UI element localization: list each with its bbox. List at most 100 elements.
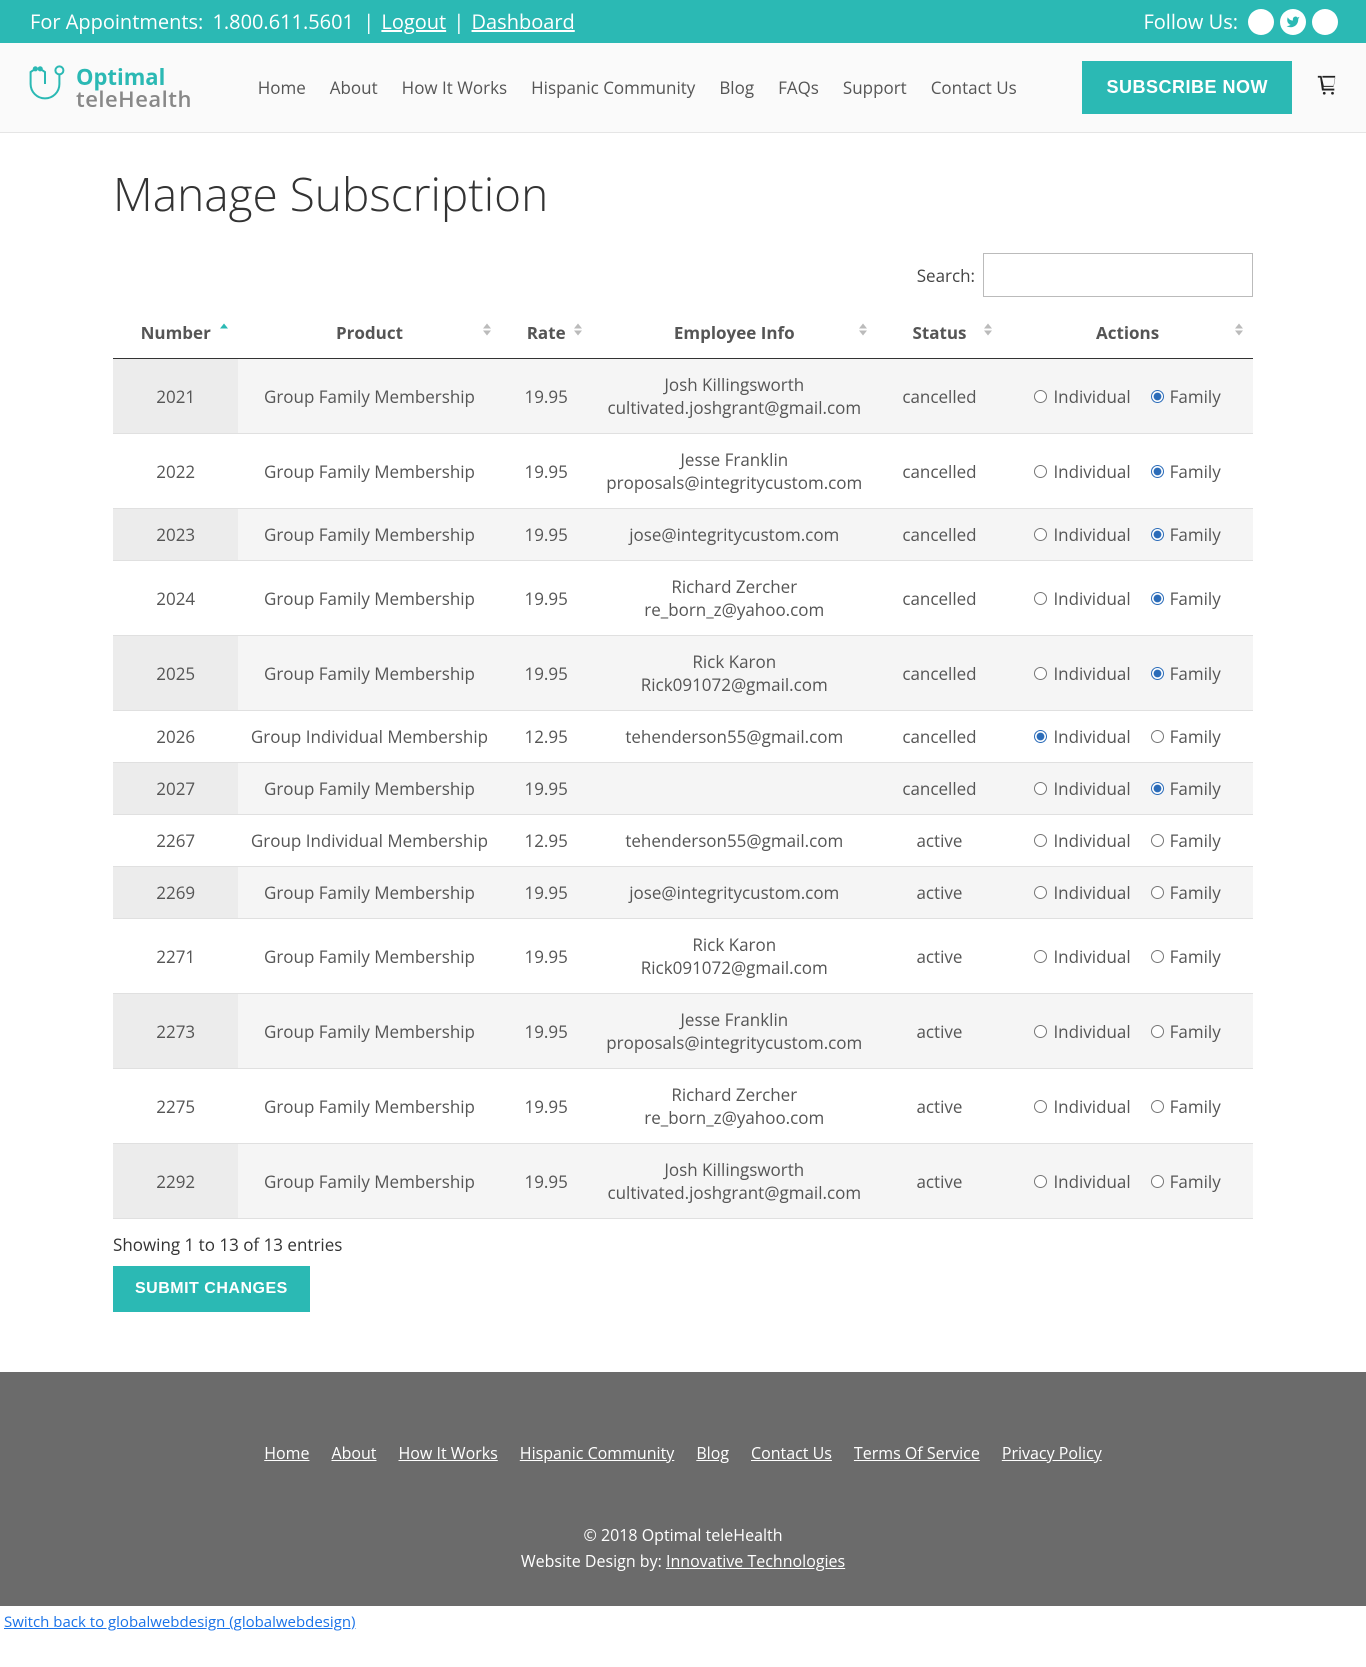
subscribe-now-button[interactable]: SUBSCRIBE NOW [1082, 61, 1292, 114]
radio-family-label[interactable]: Family [1151, 662, 1221, 685]
footer-hispanic[interactable]: Hispanic Community [520, 1442, 675, 1464]
nav-about[interactable]: About [330, 76, 378, 99]
cell-actions: Individual Family [1002, 636, 1253, 711]
col-product[interactable]: Product [238, 307, 500, 359]
logo-line2: teleHealth [76, 88, 192, 110]
nav-support[interactable]: Support [843, 76, 907, 99]
radio-family-label[interactable]: Family [1151, 1170, 1221, 1193]
radio-family[interactable] [1151, 465, 1164, 478]
radio-individual-label[interactable]: Individual [1034, 662, 1130, 685]
radio-family[interactable] [1151, 950, 1164, 963]
radio-individual[interactable] [1034, 528, 1047, 541]
radio-individual-label[interactable]: Individual [1034, 881, 1130, 904]
col-employee[interactable]: Employee Info [592, 307, 877, 359]
radio-family-label[interactable]: Family [1151, 385, 1221, 408]
footer-about[interactable]: About [331, 1442, 376, 1464]
col-actions[interactable]: Actions [1002, 307, 1253, 359]
footer-terms[interactable]: Terms Of Service [854, 1442, 980, 1464]
radio-individual[interactable] [1034, 950, 1047, 963]
twitter-icon[interactable] [1280, 9, 1306, 35]
radio-individual[interactable] [1034, 667, 1047, 680]
radio-family-label[interactable]: Family [1151, 587, 1221, 610]
radio-individual[interactable] [1034, 730, 1047, 743]
radio-family[interactable] [1151, 834, 1164, 847]
radio-family-label[interactable]: Family [1151, 777, 1221, 800]
radio-individual[interactable] [1034, 886, 1047, 899]
logo[interactable]: Optimal teleHealth [28, 64, 192, 112]
cell-number: 2267 [113, 815, 238, 867]
radio-individual-label[interactable]: Individual [1034, 829, 1130, 852]
main-content: Manage Subscription Search: Number Produ… [103, 133, 1263, 1372]
radio-individual-label[interactable]: Individual [1034, 945, 1130, 968]
radio-family[interactable] [1151, 592, 1164, 605]
switch-back-link[interactable]: Switch back to globalwebdesign (globalwe… [0, 1606, 1366, 1638]
cell-product: Group Family Membership [238, 919, 500, 994]
footer-how[interactable]: How It Works [399, 1442, 498, 1464]
radio-family-label[interactable]: Family [1151, 1095, 1221, 1118]
facebook-icon[interactable]: f [1248, 9, 1274, 35]
radio-individual-label[interactable]: Individual [1034, 725, 1130, 748]
radio-family[interactable] [1151, 1175, 1164, 1188]
radio-individual[interactable] [1034, 782, 1047, 795]
nav-how-it-works[interactable]: How It Works [402, 76, 507, 99]
cell-employee [592, 763, 877, 815]
logout-link[interactable]: Logout [381, 8, 446, 35]
radio-family[interactable] [1151, 886, 1164, 899]
radio-individual-label[interactable]: Individual [1034, 1020, 1130, 1043]
radio-family[interactable] [1151, 1100, 1164, 1113]
linkedin-icon[interactable]: in [1312, 9, 1338, 35]
nav-blog[interactable]: Blog [719, 76, 754, 99]
radio-family-label[interactable]: Family [1151, 881, 1221, 904]
radio-individual[interactable] [1034, 592, 1047, 605]
radio-individual[interactable] [1034, 1100, 1047, 1113]
footer-links: Home About How It Works Hispanic Communi… [20, 1442, 1346, 1464]
radio-individual[interactable] [1034, 390, 1047, 403]
cell-number: 2273 [113, 994, 238, 1069]
submit-changes-button[interactable]: SUBMIT CHANGES [113, 1266, 310, 1312]
col-number[interactable]: Number [113, 307, 238, 359]
radio-family-label[interactable]: Family [1151, 460, 1221, 483]
footer-blog[interactable]: Blog [696, 1442, 729, 1464]
col-status[interactable]: Status [877, 307, 1002, 359]
radio-family[interactable] [1151, 390, 1164, 403]
radio-individual-label[interactable]: Individual [1034, 385, 1130, 408]
radio-individual[interactable] [1034, 465, 1047, 478]
design-link[interactable]: Innovative Technologies [666, 1550, 845, 1572]
radio-family[interactable] [1151, 782, 1164, 795]
col-rate[interactable]: Rate [501, 307, 592, 359]
cell-number: 2024 [113, 561, 238, 636]
footer-contact[interactable]: Contact Us [751, 1442, 832, 1464]
search-input[interactable] [983, 253, 1253, 297]
radio-family-label[interactable]: Family [1151, 829, 1221, 852]
radio-family-label[interactable]: Family [1151, 1020, 1221, 1043]
cell-number: 2023 [113, 509, 238, 561]
cell-status: cancelled [877, 763, 1002, 815]
radio-individual[interactable] [1034, 834, 1047, 847]
cart-icon[interactable] [1316, 73, 1338, 103]
cell-rate: 19.95 [501, 359, 592, 434]
radio-family[interactable] [1151, 1025, 1164, 1038]
nav-contact[interactable]: Contact Us [931, 76, 1017, 99]
radio-family[interactable] [1151, 730, 1164, 743]
footer-privacy[interactable]: Privacy Policy [1002, 1442, 1102, 1464]
radio-individual-label[interactable]: Individual [1034, 777, 1130, 800]
radio-individual-label[interactable]: Individual [1034, 523, 1130, 546]
radio-individual-label[interactable]: Individual [1034, 1170, 1130, 1193]
radio-family-label[interactable]: Family [1151, 945, 1221, 968]
radio-individual-label[interactable]: Individual [1034, 460, 1130, 483]
cell-actions: Individual Family [1002, 763, 1253, 815]
dashboard-link[interactable]: Dashboard [472, 8, 575, 35]
radio-individual[interactable] [1034, 1175, 1047, 1188]
radio-family[interactable] [1151, 528, 1164, 541]
radio-family[interactable] [1151, 667, 1164, 680]
radio-individual-label[interactable]: Individual [1034, 1095, 1130, 1118]
radio-family-label[interactable]: Family [1151, 523, 1221, 546]
footer-home[interactable]: Home [264, 1442, 309, 1464]
nav-faqs[interactable]: FAQs [778, 76, 819, 99]
radio-individual[interactable] [1034, 1025, 1047, 1038]
radio-individual-label[interactable]: Individual [1034, 587, 1130, 610]
page-title: Manage Subscription [113, 163, 1253, 225]
radio-family-label[interactable]: Family [1151, 725, 1221, 748]
nav-hispanic-community[interactable]: Hispanic Community [531, 76, 695, 99]
nav-home[interactable]: Home [258, 76, 306, 99]
